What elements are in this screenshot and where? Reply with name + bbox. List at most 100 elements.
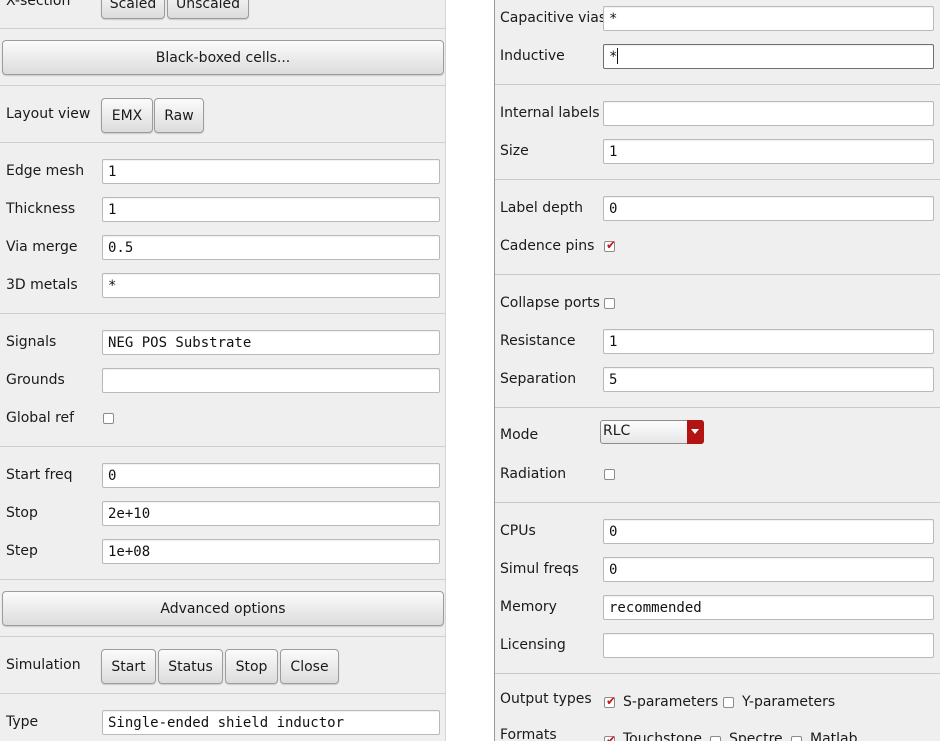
raw-view-button[interactable]: Raw: [154, 98, 204, 133]
separator: [0, 313, 445, 314]
emx-options-right-panel: Capacitive vias * Inductive * Internal l…: [494, 0, 940, 741]
step-freq-label: Step: [6, 543, 38, 559]
separator: [0, 142, 445, 143]
radiation-checkbox[interactable]: [604, 469, 615, 480]
separator: [0, 579, 445, 580]
spectre-checkbox[interactable]: [710, 736, 721, 741]
type-label: Type: [6, 714, 39, 730]
label-depth-label: Label depth: [500, 200, 583, 216]
3d-metals-label: 3D metals: [6, 277, 78, 293]
cpus-input[interactable]: 0: [603, 519, 934, 544]
stop-freq-label: Stop: [6, 505, 38, 521]
grounds-input[interactable]: [102, 368, 440, 393]
via-merge-label: Via merge: [6, 239, 78, 255]
radiation-label: Radiation: [500, 466, 567, 482]
unscaled-button[interactable]: Unscaled: [167, 0, 249, 19]
window-gap: [446, 0, 494, 741]
grounds-label: Grounds: [6, 372, 65, 388]
internal-labels-label: Internal labels: [500, 105, 600, 121]
memory-label: Memory: [500, 599, 557, 615]
xsection-label: X-section: [6, 0, 71, 9]
global-ref-checkbox[interactable]: [103, 413, 114, 424]
s-parameters-label: S-parameters: [623, 694, 719, 710]
separation-input[interactable]: 5: [603, 367, 934, 392]
simul-freqs-label: Simul freqs: [500, 561, 579, 577]
start-freq-label: Start freq: [6, 467, 73, 483]
mode-select[interactable]: RLC: [600, 420, 704, 444]
checkmark-icon: ✔: [606, 694, 617, 708]
emx-options-left-panel: X-section Scaled Unscaled Black-boxed ce…: [0, 0, 446, 741]
cadence-pins-checkbox[interactable]: ✔: [604, 238, 617, 252]
stop-freq-input[interactable]: 2e+10: [102, 501, 440, 526]
touchstone-label: Touchstone: [623, 731, 703, 741]
separator: [0, 28, 445, 29]
separator: [495, 407, 940, 408]
separator: [0, 693, 445, 694]
licensing-input[interactable]: [603, 633, 934, 658]
type-input[interactable]: Single-ended shield inductor: [102, 710, 440, 735]
touchstone-checkbox[interactable]: ✔: [604, 733, 617, 741]
size-label: Size: [500, 143, 529, 159]
formats-label: Formats: [500, 727, 557, 741]
emx-view-button[interactable]: EMX: [101, 98, 153, 133]
step-freq-input[interactable]: 1e+08: [102, 539, 440, 564]
start-freq-input[interactable]: 0: [102, 463, 440, 488]
inductive-label: Inductive: [500, 48, 565, 64]
advanced-options-button[interactable]: Advanced options: [2, 591, 444, 626]
s-parameters-checkbox[interactable]: ✔: [604, 694, 617, 708]
separator: [495, 502, 940, 503]
text-caret: [617, 48, 619, 64]
separation-label: Separation: [500, 371, 577, 387]
edge-mesh-input[interactable]: 1: [102, 159, 440, 184]
status-button[interactable]: Status: [158, 649, 223, 684]
thickness-input[interactable]: 1: [102, 197, 440, 222]
checkmark-icon: ✔: [606, 733, 617, 741]
separator: [495, 274, 940, 275]
global-ref-label: Global ref: [6, 410, 75, 426]
cadence-pins-label: Cadence pins: [500, 238, 595, 254]
stop-simulation-button[interactable]: Stop: [225, 649, 278, 684]
separator: [495, 84, 940, 85]
simul-freqs-input[interactable]: 0: [603, 557, 934, 582]
separator: [0, 446, 445, 447]
licensing-label: Licensing: [500, 637, 566, 653]
cpus-label: CPUs: [500, 523, 536, 539]
checkmark-icon: ✔: [606, 238, 617, 252]
separator: [495, 673, 940, 674]
thickness-label: Thickness: [6, 201, 76, 217]
memory-input[interactable]: recommended: [603, 595, 934, 620]
start-simulation-button[interactable]: Start: [101, 649, 156, 684]
scaled-button[interactable]: Scaled: [101, 0, 165, 19]
resistance-label: Resistance: [500, 333, 576, 349]
separator: [0, 85, 445, 86]
output-types-label: Output types: [500, 691, 592, 707]
3d-metals-input[interactable]: *: [102, 273, 440, 298]
collapse-ports-checkbox[interactable]: [604, 298, 615, 309]
chevron-down-icon[interactable]: [687, 420, 704, 444]
black-boxed-cells-button[interactable]: Black-boxed cells...: [2, 40, 444, 75]
y-parameters-label: Y-parameters: [742, 694, 836, 710]
label-depth-input[interactable]: 0: [603, 196, 934, 221]
resistance-input[interactable]: 1: [603, 329, 934, 354]
inductive-input-value: *: [609, 49, 618, 65]
signals-input[interactable]: NEG POS Substrate: [102, 330, 440, 355]
separator: [495, 179, 940, 180]
signals-label: Signals: [6, 334, 57, 350]
inductive-input[interactable]: *: [603, 44, 934, 69]
simulation-label: Simulation: [6, 657, 81, 673]
spectre-label: Spectre: [729, 731, 783, 741]
matlab-checkbox[interactable]: [791, 736, 802, 741]
close-button[interactable]: Close: [280, 649, 339, 684]
mode-select-value: RLC: [603, 423, 631, 439]
layout-view-label: Layout view: [6, 106, 91, 122]
collapse-ports-label: Collapse ports: [500, 295, 600, 311]
capacitive-vias-input[interactable]: *: [603, 6, 934, 31]
separator: [0, 636, 445, 637]
y-parameters-checkbox[interactable]: [723, 697, 734, 708]
internal-labels-input[interactable]: [603, 101, 934, 126]
edge-mesh-label: Edge mesh: [6, 163, 85, 179]
capacitive-vias-label: Capacitive vias: [500, 10, 607, 26]
matlab-label: Matlab: [810, 731, 858, 741]
via-merge-input[interactable]: 0.5: [102, 235, 440, 260]
size-input[interactable]: 1: [603, 139, 934, 164]
